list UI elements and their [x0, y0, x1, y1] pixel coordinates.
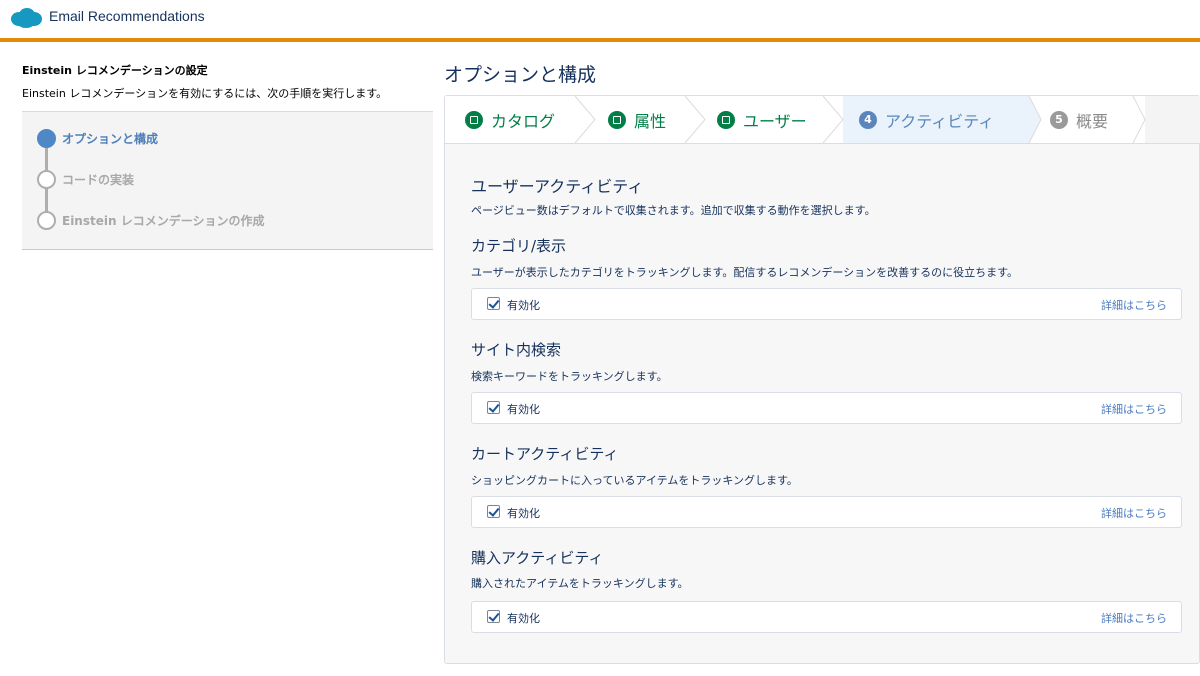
- sidebar-description: Einstein レコメンデーションを有効にするには、次の手順を実行します。: [22, 87, 388, 100]
- checkbox-label: 有効化: [507, 507, 540, 520]
- section-description: ユーザーが表示したカテゴリをトラッキングします。配信するレコメンデーションを改善…: [471, 266, 1019, 279]
- step-implement-code[interactable]: コードの実装: [37, 170, 134, 189]
- chevron-divider: [1017, 96, 1042, 143]
- section-heading-site-search: サイト内検索: [471, 341, 562, 359]
- wizard-tabs: カタログ 属性 ユーザー 4 アクティビティ 5 概要: [445, 96, 1200, 144]
- step-label: コードの実装: [62, 173, 135, 187]
- option-row-category: 有効化 詳細はこちら: [471, 288, 1182, 320]
- enable-checkbox[interactable]: [487, 297, 500, 310]
- checkbox-label: 有効化: [507, 403, 540, 416]
- chevron-divider: [822, 96, 844, 143]
- step-number-badge: 4: [859, 110, 877, 129]
- chevron-divider: [684, 96, 706, 143]
- step-number-badge: 5: [1050, 110, 1068, 129]
- section-description: 購入されたアイテムをトラッキングします。: [471, 577, 689, 590]
- section-description: 検索キーワードをトラッキングします。: [471, 370, 668, 383]
- tab-summary[interactable]: 5 概要: [1050, 96, 1108, 143]
- complete-icon: [717, 110, 735, 129]
- learn-more-link[interactable]: 詳細はこちら: [1101, 401, 1167, 417]
- step-label: オプションと構成: [62, 132, 159, 146]
- header-accent-bar: [0, 38, 1200, 42]
- step-marker: [37, 170, 56, 189]
- section-heading-cart-activity: カートアクティビティ: [471, 445, 619, 463]
- tab-catalog[interactable]: カタログ: [465, 96, 555, 143]
- chevron-divider: [1128, 96, 1146, 143]
- section-description: ショッピングカートに入っているアイテムをトラッキングします。: [471, 474, 798, 487]
- learn-more-link[interactable]: 詳細はこちら: [1101, 610, 1167, 626]
- activity-description: ページビュー数はデフォルトで収集されます。追加で収集する動作を選択します。: [471, 204, 876, 217]
- tab-activity[interactable]: 4 アクティビティ: [859, 96, 994, 143]
- section-heading-purchase-activity: 購入アクティビティ: [471, 549, 604, 567]
- complete-icon: [608, 110, 626, 129]
- setup-steps: オプションと構成 コードの実装 Einstein レコメンデーションの作成: [22, 111, 433, 250]
- enable-checkbox[interactable]: [487, 401, 500, 414]
- learn-more-link[interactable]: 詳細はこちら: [1101, 505, 1167, 521]
- checkbox-label: 有効化: [507, 612, 540, 625]
- option-row-site-search: 有効化 詳細はこちら: [471, 392, 1182, 424]
- chevron-divider: [574, 96, 596, 143]
- tab-label: 属性: [634, 111, 667, 131]
- step-marker: [37, 211, 56, 230]
- tab-label: ユーザー: [743, 111, 807, 131]
- enable-checkbox[interactable]: [487, 505, 500, 518]
- step-active-marker: [37, 129, 56, 148]
- complete-icon: [465, 110, 483, 129]
- page-title: オプションと構成: [444, 64, 597, 86]
- option-row-purchase-activity: 有効化 詳細はこちら: [471, 601, 1182, 633]
- checkbox-label: 有効化: [507, 299, 540, 312]
- enable-checkbox[interactable]: [487, 610, 500, 623]
- app-title: Email Recommendations: [49, 8, 205, 24]
- configuration-card: カタログ 属性 ユーザー 4 アクティビティ 5 概要 ユーザーアクティビティ …: [444, 95, 1200, 664]
- tab-label: カタログ: [491, 111, 556, 131]
- option-row-cart-activity: 有効化 詳細はこちら: [471, 496, 1182, 528]
- activity-heading: ユーザーアクティビティ: [471, 177, 644, 196]
- step-label: Einstein レコメンデーションの作成: [62, 214, 265, 228]
- tab-users[interactable]: ユーザー: [717, 96, 807, 143]
- tab-label: 概要: [1076, 111, 1109, 131]
- sidebar-title: Einstein レコメンデーションの設定: [22, 64, 208, 77]
- tab-attributes[interactable]: 属性: [608, 96, 666, 143]
- tab-label: アクティビティ: [885, 111, 995, 131]
- salesforce-cloud-icon: [11, 8, 42, 28]
- step-options[interactable]: オプションと構成: [37, 129, 158, 148]
- section-heading-category: カテゴリ/表示: [471, 237, 567, 255]
- app-header: Email Recommendations: [0, 0, 1200, 38]
- step-create-recommendations[interactable]: Einstein レコメンデーションの作成: [37, 211, 264, 230]
- learn-more-link[interactable]: 詳細はこちら: [1101, 297, 1167, 313]
